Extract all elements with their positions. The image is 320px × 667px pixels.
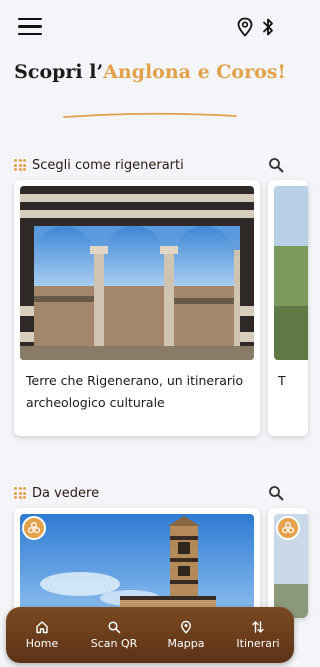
nav-label: Scan QR — [90, 637, 138, 650]
map-pin-icon[interactable] — [236, 17, 254, 37]
nav-item-mappa[interactable]: Mappa — [150, 607, 222, 663]
itinerary-card[interactable]: Terre che Rigenerano, un itinerario arch… — [14, 180, 260, 436]
card-title: Terre che Rigenerano, un itinerario arch… — [26, 373, 244, 410]
search-icon[interactable] — [268, 485, 284, 501]
page-title: Scopri l’Anglona e Coros! — [0, 60, 300, 84]
section-header-da-vedere: Da vedere — [14, 482, 286, 504]
map-pin-icon — [181, 620, 191, 634]
search-icon[interactable] — [268, 157, 284, 173]
nav-label: Home — [25, 637, 59, 650]
card-image-arches — [20, 186, 254, 360]
nav-item-itinerari[interactable]: Itinerari — [222, 607, 294, 663]
nav-label: Itinerari — [236, 637, 280, 650]
home-icon — [36, 621, 48, 634]
card-image-partial — [274, 186, 308, 360]
search-icon — [108, 621, 121, 634]
section-title: Scegli come rigenerarti — [32, 157, 184, 173]
top-bar — [0, 0, 300, 54]
card-title-partial: T — [278, 373, 286, 388]
place-card[interactable] — [14, 508, 260, 618]
card-image-church — [20, 514, 254, 618]
title-underline — [63, 112, 237, 118]
drag-dots-icon — [14, 487, 26, 499]
title-highlight: Anglona e Coros! — [103, 61, 286, 83]
bluetooth-icon[interactable] — [261, 17, 275, 37]
itinerary-card-partial[interactable]: T — [268, 180, 308, 436]
nav-label: Mappa — [167, 637, 205, 650]
bottom-navbar: Home Scan QR Mappa Itinerari — [6, 607, 294, 663]
nav-item-home[interactable]: Home — [6, 607, 78, 663]
triskelion-icon — [22, 516, 46, 540]
swap-arrows-icon — [252, 621, 264, 633]
drag-dots-icon — [14, 159, 26, 171]
section-title: Da vedere — [32, 485, 100, 501]
section-header-rigenerarti: Scegli come rigenerarti — [14, 154, 286, 176]
triskelion-icon — [276, 516, 300, 540]
place-card-partial[interactable] — [268, 508, 308, 618]
hamburger-menu-icon[interactable] — [18, 18, 42, 36]
nav-item-scan-qr[interactable]: Scan QR — [78, 607, 150, 663]
title-prefix: Scopri l’ — [14, 61, 104, 83]
